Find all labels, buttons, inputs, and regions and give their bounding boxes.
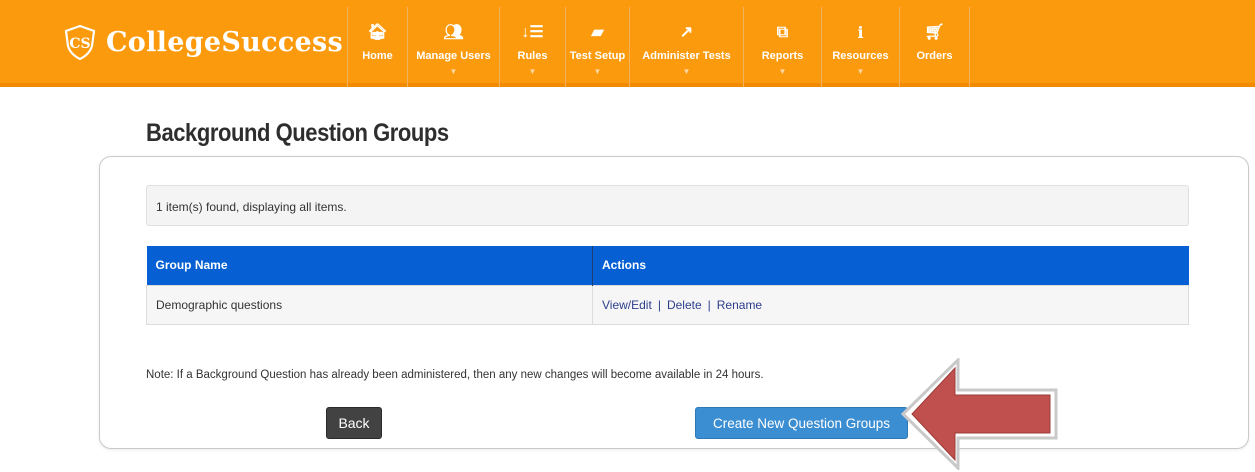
nav-orders-label: Orders (916, 50, 953, 62)
action-separator: | (707, 297, 711, 312)
nav-reports-label: Reports (761, 50, 804, 62)
external-link-icon: ↗ (679, 24, 694, 41)
column-header-actions: Actions (592, 246, 1189, 285)
group-name-cell: Demographic questions (146, 284, 593, 325)
nav-resources-label: Resources (832, 50, 889, 62)
chevron-down-icon: ▼ (856, 67, 865, 76)
delete-link[interactable]: Delete (667, 298, 702, 312)
cart-icon: 🛒︎ (924, 24, 945, 41)
nav-test-setup-label: Test Setup (569, 50, 626, 62)
actions-cell: View/Edit | Delete | Rename (592, 284, 1189, 325)
question-groups-table: Group Name Actions Demographic questions… (146, 246, 1189, 325)
nav-administer-tests[interactable]: ↗ Administer Tests ▼ (630, 7, 744, 87)
nav-home[interactable]: 🏠︎ Home (348, 7, 408, 87)
cs-shield-logo-icon: CS (64, 24, 96, 60)
nav-test-setup[interactable]: ▰ Test Setup ▼ (566, 7, 630, 87)
rename-link[interactable]: Rename (717, 298, 762, 312)
nav-rules-label: Rules (517, 50, 548, 62)
info-icon: i (857, 23, 864, 42)
admin-note: Note: If a Background Question has alrea… (146, 369, 764, 381)
book-icon: ▰ (591, 24, 604, 41)
nav-resources[interactable]: i Resources ▼ (822, 7, 900, 87)
brand-name: CollegeSuccess (106, 26, 344, 58)
chevron-down-icon: ▼ (778, 67, 787, 76)
nav-rules[interactable]: ↓☰ Rules ▼ (500, 7, 566, 87)
table-header-row: Group Name Actions (146, 246, 1189, 285)
action-separator: | (657, 297, 661, 312)
annotation-arrow-icon (900, 358, 1058, 470)
top-navbar: CS CollegeSuccess 🏠︎ Home 👥︎ Manage User… (0, 0, 1255, 87)
users-icon: 👥︎ (443, 24, 464, 41)
create-new-question-groups-button[interactable]: Create New Question Groups (695, 407, 908, 439)
chevron-down-icon: ▼ (682, 67, 691, 76)
svg-text:CS: CS (69, 36, 90, 52)
results-summary: 1 item(s) found, displaying all items. (146, 185, 1189, 226)
main-nav: 🏠︎ Home 👥︎ Manage Users ▼ ↓☰ Rules ▼ ▰ T… (347, 7, 970, 87)
column-header-group-name[interactable]: Group Name (146, 246, 593, 285)
view-edit-link[interactable]: View/Edit (602, 298, 652, 312)
nav-orders[interactable]: 🛒︎ Orders (900, 7, 970, 87)
copy-icon: ⧉ (776, 24, 789, 41)
nav-administer-tests-label: Administer Tests (642, 50, 731, 62)
chevron-down-icon: ▼ (449, 67, 458, 76)
table-row: Demographic questions View/Edit | Delete | R… (146, 284, 1189, 325)
chevron-down-icon: ▼ (528, 67, 537, 76)
page-title: Background Question Groups (146, 119, 449, 147)
sort-icon: ↓☰ (521, 24, 544, 41)
nav-home-label: Home (362, 50, 393, 62)
chevron-down-icon: ▼ (593, 67, 602, 76)
back-button[interactable]: Back (326, 407, 382, 439)
nav-manage-users-label: Manage Users (416, 50, 491, 62)
nav-manage-users[interactable]: 👥︎ Manage Users ▼ (408, 7, 500, 87)
brand-logo[interactable]: CS CollegeSuccess (62, 22, 343, 62)
nav-reports[interactable]: ⧉ Reports ▼ (744, 7, 822, 87)
home-icon: 🏠︎ (367, 24, 388, 41)
